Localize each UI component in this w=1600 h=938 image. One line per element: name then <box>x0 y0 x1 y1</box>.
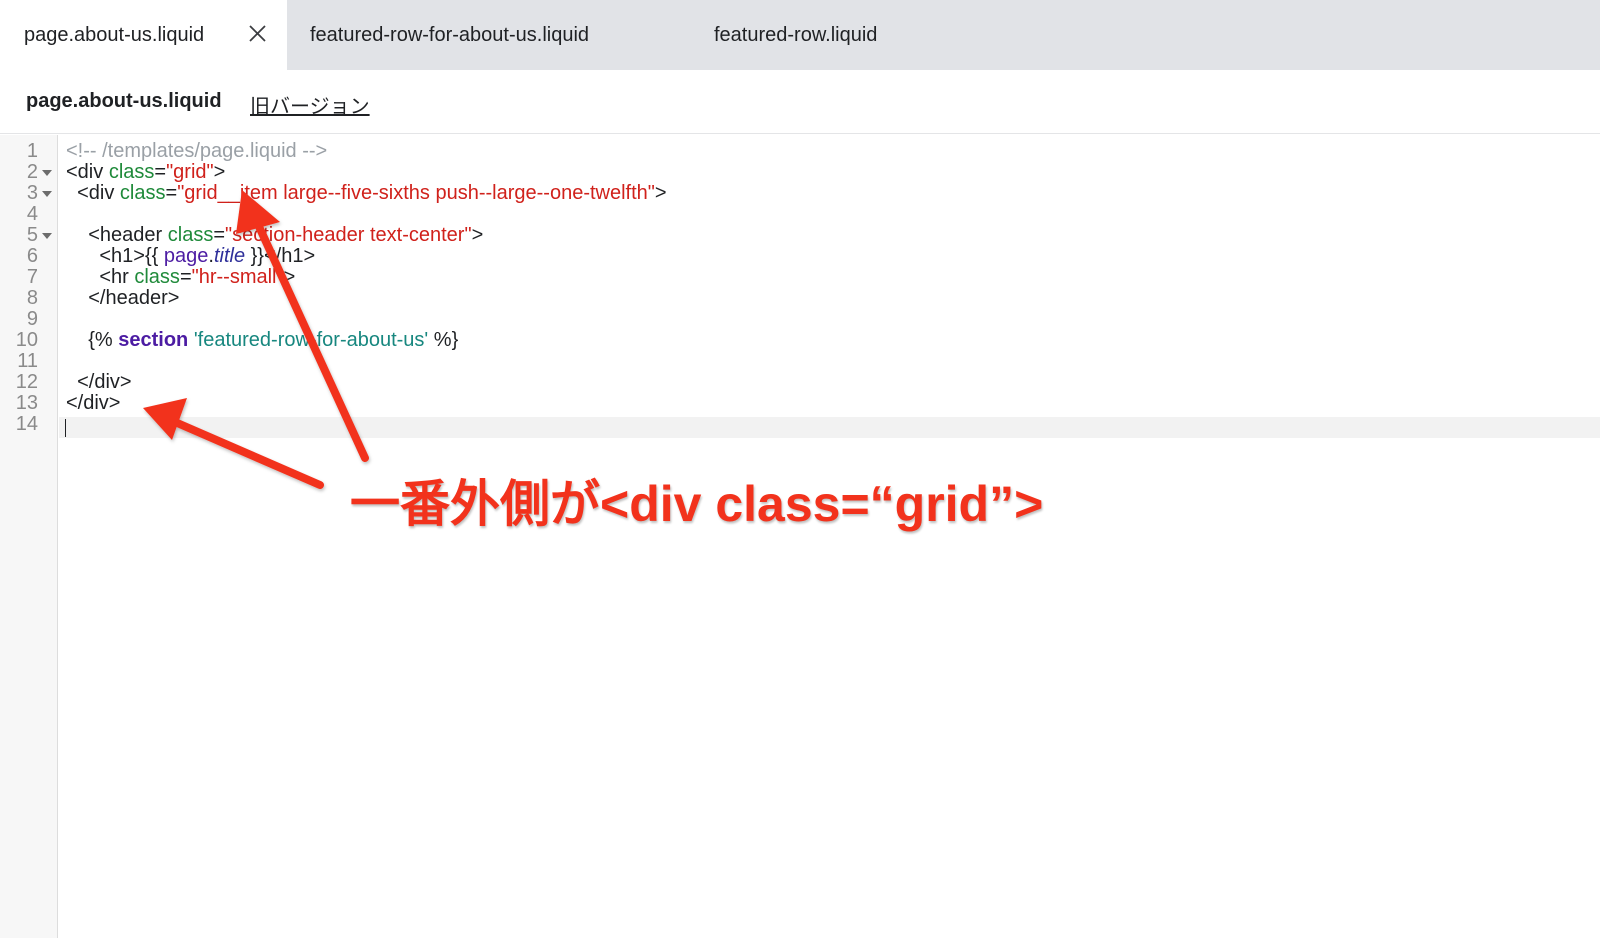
code-tag-close: > <box>213 161 226 183</box>
code-line-12: </div> <box>66 372 132 393</box>
code-line-3: <div class="grid__item large--five-sixth… <box>66 182 667 204</box>
code-property: title <box>213 245 246 267</box>
code-string: "grid__item large--five-sixths push--lar… <box>177 182 655 204</box>
code-tag: <div <box>66 161 109 183</box>
code-comment: <!-- /templates/page.liquid --> <box>66 140 328 162</box>
code-editor[interactable]: 1 2 3 4 5 6 7 8 9 10 11 12 13 14 <!-- /t… <box>0 135 1600 938</box>
code-liquid-close: %} <box>428 329 459 351</box>
code-line-1: <!-- /templates/page.liquid --> <box>66 141 327 162</box>
code-eq: = <box>154 161 167 183</box>
fold-arrow-icon[interactable] <box>42 233 52 239</box>
code-tag-close: > <box>471 224 484 246</box>
line-number: 4 <box>26 203 38 225</box>
tab-label: page.about-us.liquid <box>24 23 205 46</box>
code-tag: <h1>{{ <box>66 245 164 267</box>
code-attr: class <box>134 266 180 288</box>
code-attr: class <box>108 161 155 183</box>
line-number: 9 <box>26 308 38 330</box>
line-number: 10 <box>15 329 38 351</box>
line-number: 12 <box>15 371 38 393</box>
code-tag: <header <box>66 224 168 246</box>
code-tag: <div <box>66 182 120 204</box>
tab-label: featured-row.liquid <box>714 23 878 46</box>
code-line-10: {% section 'featured-row-for-about-us' %… <box>66 330 458 351</box>
code-string: "hr--small" <box>191 266 284 288</box>
code-eq: = <box>213 224 226 246</box>
code-liquid-open: {% <box>66 329 119 351</box>
text-cursor <box>65 419 66 437</box>
active-line-highlight <box>59 417 1600 438</box>
tab-featured-row-for-about-us[interactable]: featured-row-for-about-us.liquid <box>310 0 589 70</box>
code-string: "grid" <box>166 161 214 183</box>
line-number: 8 <box>26 287 38 309</box>
code-tag-close: > <box>283 266 296 288</box>
code-string: "section-header text-center" <box>225 224 472 246</box>
line-number: 1 <box>26 140 38 162</box>
code-attr: class <box>167 224 214 246</box>
tab-label: featured-row-for-about-us.liquid <box>310 23 590 46</box>
line-number: 14 <box>15 413 38 435</box>
code-tag: </div> <box>66 371 132 393</box>
code-variable: page <box>163 245 209 267</box>
close-icon[interactable] <box>244 20 272 48</box>
code-attr: class <box>119 182 166 204</box>
code-line-13: </div> <box>66 393 120 414</box>
line-number: 7 <box>26 266 38 288</box>
file-title: page.about-us.liquid <box>26 90 222 112</box>
line-number: 5 <box>26 224 38 246</box>
fold-arrow-icon[interactable] <box>42 170 52 176</box>
line-number: 11 <box>17 350 38 372</box>
line-number: 6 <box>26 245 38 267</box>
file-header: page.about-us.liquid 旧バージョン <box>0 70 1600 134</box>
code-tag-close: }}</h1> <box>245 245 316 267</box>
code-line-2: <div class="grid"> <box>66 162 225 183</box>
fold-arrow-icon[interactable] <box>42 191 52 197</box>
code-tag: </header> <box>66 287 180 309</box>
line-number-gutter: 1 2 3 4 5 6 7 8 9 10 11 12 13 14 <box>0 135 58 938</box>
theme-code-editor: page.about-us.liquid featured-row-for-ab… <box>0 0 1600 938</box>
code-line-5: <header class="section-header text-cente… <box>66 225 483 246</box>
code-tag: <hr <box>66 266 135 288</box>
annotation-label: 一番外側が<div class=“grid”> <box>350 476 1044 532</box>
line-number: 3 <box>26 182 38 204</box>
code-keyword: section <box>118 329 189 351</box>
tab-featured-row[interactable]: featured-row.liquid <box>714 0 877 70</box>
line-number: 2 <box>26 161 38 183</box>
code-eq: = <box>165 182 178 204</box>
code-tag: </div> <box>66 392 121 414</box>
line-number: 13 <box>15 392 38 414</box>
code-line-8: </header> <box>66 288 179 309</box>
code-liquid-string: 'featured-row-for-about-us' <box>193 329 429 351</box>
code-line-6: <h1>{{ page.title }}</h1> <box>66 246 315 267</box>
tab-bar: page.about-us.liquid featured-row-for-ab… <box>0 0 1600 70</box>
old-version-link[interactable]: 旧バージョン <box>250 90 370 119</box>
code-line-7: <hr class="hr--small"> <box>66 267 295 288</box>
code-eq: = <box>179 266 192 288</box>
code-tag-close: > <box>654 182 667 204</box>
